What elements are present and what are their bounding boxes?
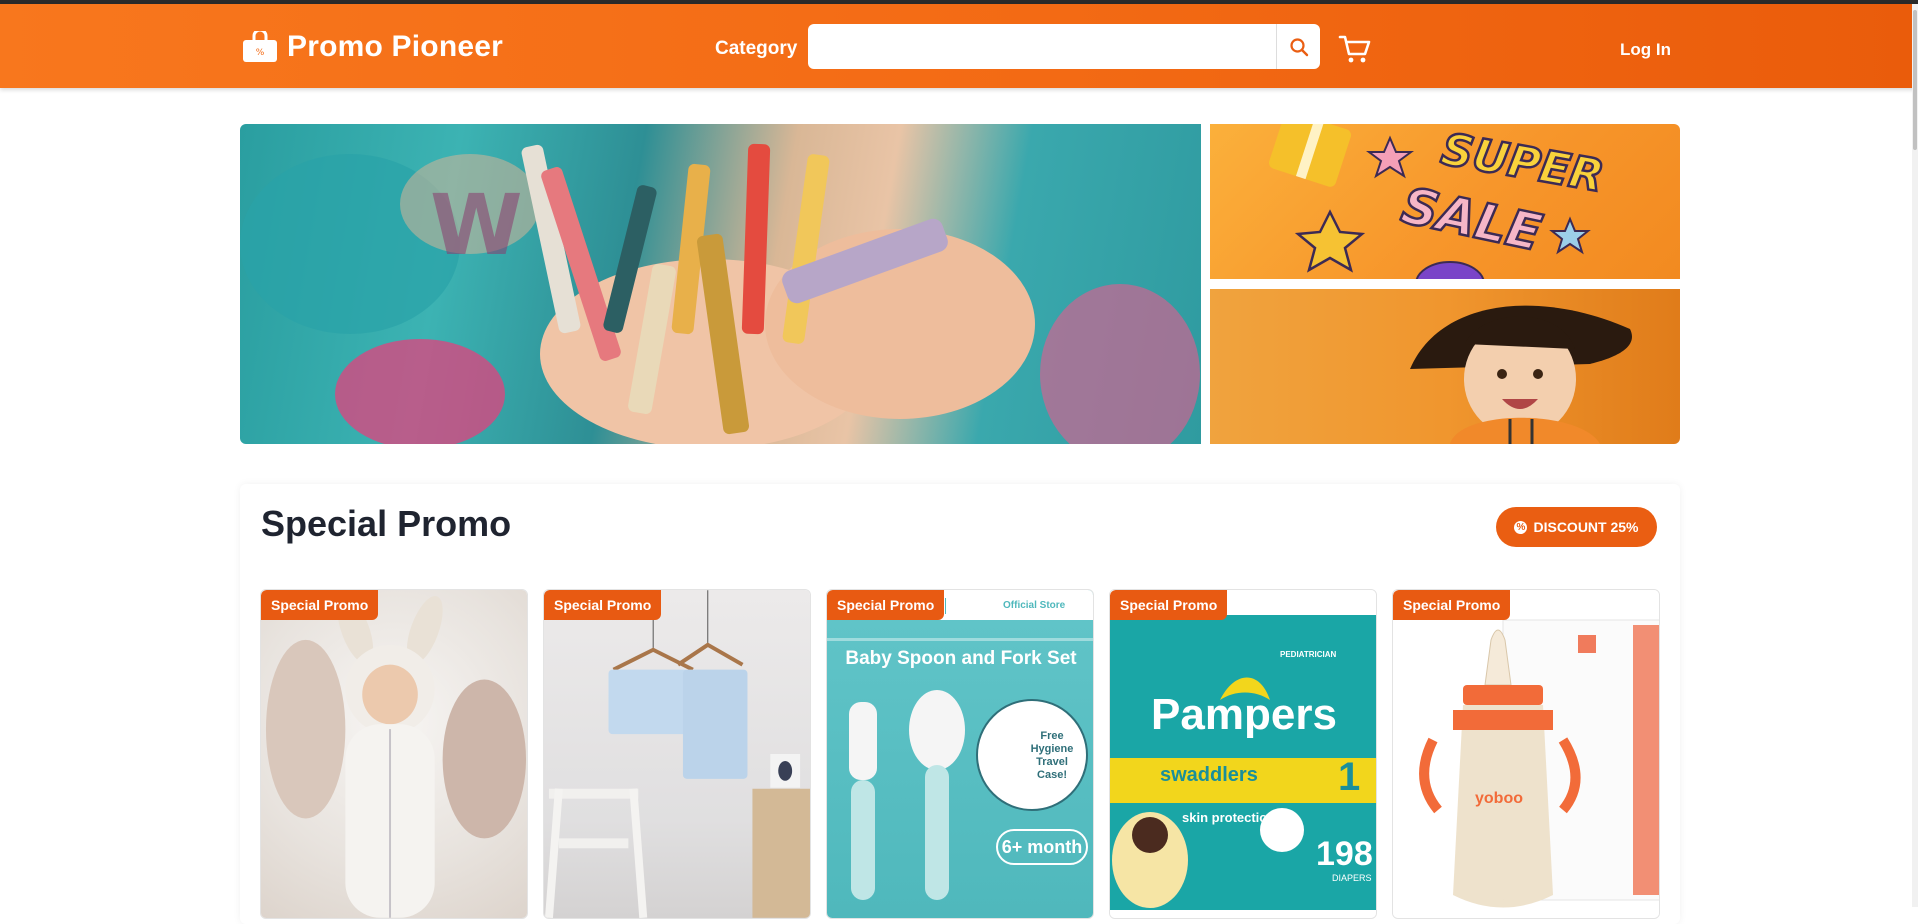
baby-bunny-outfit-image [261,590,527,918]
crayons-photo: W [240,143,1200,444]
search-input[interactable] [818,32,1258,61]
spoon-fork-set-image: Official Store Baby Spoon and Fork Set F… [827,590,1093,918]
baby-photo [1410,305,1632,444]
pampers-badge-text: PEDIATRICIAN [1280,650,1337,659]
image-title-text: Baby Spoon and Fork Set [845,648,1077,669]
product-card[interactable]: Special Promo Official Store Baby Spoon … [826,589,1094,919]
search-icon [1289,37,1308,56]
search-button[interactable] [1276,24,1320,69]
product-tag: Special Promo [261,590,379,620]
product-tag: Special Promo [1110,590,1228,620]
product-card[interactable]: Special Promo Pampers PEDIATRICIAN swadd… [1109,589,1377,919]
search-bar [808,24,1320,69]
top-navbar: % Promo Pioneer Category Log In [0,4,1918,88]
pampers-unit-text: DIAPERS [1332,873,1372,883]
hero-banner-carousel[interactable]: W [240,124,1201,444]
discount-label: DISCOUNT 25% [1533,519,1639,535]
pampers-line-text: swaddlers [1160,764,1258,786]
product-card[interactable]: Special Promo [260,589,528,919]
pampers-protection-text: skin protection [1182,810,1276,825]
pampers-pack-image: Pampers PEDIATRICIAN swaddlers 1 skin pr… [1110,590,1376,918]
login-link[interactable]: Log In [1620,40,1671,60]
pampers-count-text: 198 [1316,835,1373,873]
super-sale-artwork: SUPER SALE [1269,124,1609,279]
brand-logo[interactable]: % Promo Pioneer [241,30,503,64]
category-menu[interactable]: Category [715,38,797,60]
pampers-brand-text: Pampers [1151,690,1337,739]
product-card[interactable]: Special Promo [543,589,811,919]
shopping-bag-icon: % [243,31,277,62]
image-store-label: Official Store [1003,600,1066,611]
yoboo-bottle-image: yoboo [1393,590,1659,918]
svg-text:%: % [256,48,265,58]
svg-text:W: W [430,176,523,274]
scrollbar-thumb[interactable] [1913,10,1917,150]
discount-filter-button[interactable]: % DISCOUNT 25% [1496,507,1657,547]
image-age-text: 6+ month [1001,837,1083,857]
discount-percent-icon: % [1514,520,1528,534]
brand-name: Promo Pioneer [287,30,503,63]
baby-banner[interactable] [1210,289,1680,444]
product-tag: Special Promo [544,590,662,620]
product-tag: Special Promo [827,590,945,620]
yoboo-brand-text: yoboo [1475,790,1523,807]
pampers-size-text: 1 [1338,755,1361,799]
section-title: Special Promo [261,503,512,544]
page-scrollbar[interactable] [1912,4,1918,907]
product-card[interactable]: Special Promo yoboo [1392,589,1660,919]
product-tag: Special Promo [1393,590,1511,620]
baby-clothes-set-image [544,590,810,918]
super-sale-banner[interactable]: SUPER SALE [1210,124,1680,279]
image-note-text: Free Hygiene Travel Case! [1030,730,1074,781]
cart-icon[interactable] [1338,34,1372,64]
